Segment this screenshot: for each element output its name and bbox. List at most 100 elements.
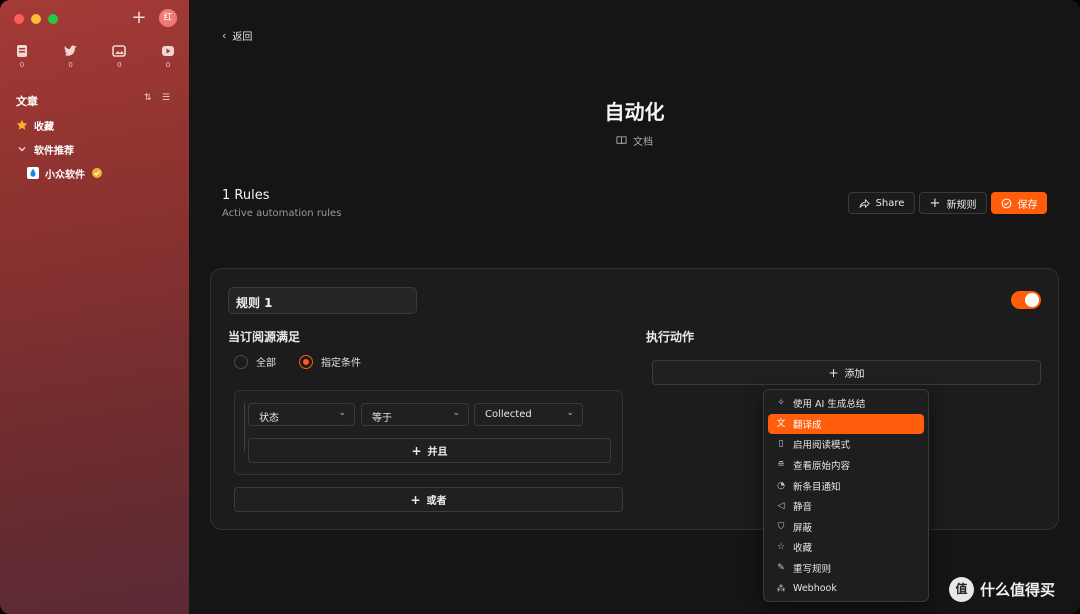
feed-logo-icon xyxy=(27,167,39,179)
add-or-condition-button[interactable]: + 或者 xyxy=(234,487,623,512)
condition-section-title: 当订阅源满足 xyxy=(228,330,301,344)
sidebar-item-favorites[interactable]: 收藏 xyxy=(16,117,54,133)
menu-item-view-source[interactable]: ≘ 查看原始内容 xyxy=(768,455,924,476)
menu-item-label: 屏蔽 xyxy=(793,522,813,534)
sidebar-item-label: 小众软件 xyxy=(45,169,85,181)
menu-item-rewrite-rules[interactable]: ✎ 重写规则 xyxy=(768,558,924,579)
menu-item-ai-summary[interactable]: ✧ 使用 AI 生成总结 xyxy=(768,393,924,414)
minimize-window-button[interactable] xyxy=(31,14,41,24)
menu-item-webhook[interactable]: ⁂ Webhook xyxy=(768,578,924,599)
sidebar-item-label: 软件推荐 xyxy=(34,145,74,157)
value-value: Collected xyxy=(485,409,532,420)
videos-count: 0 xyxy=(165,61,171,69)
new-rule-label: 新规则 xyxy=(946,199,977,211)
pen-icon: ✎ xyxy=(777,563,785,574)
menu-item-block[interactable]: ⛉ 屏蔽 xyxy=(768,517,924,538)
list-options-icon[interactable]: ☰ xyxy=(162,93,174,105)
sort-icon[interactable]: ⇅ xyxy=(144,93,156,105)
plus-icon: + xyxy=(410,492,421,507)
menu-item-label: 重写规则 xyxy=(793,564,832,576)
rule-card: 规则 1 当订阅源满足 执行动作 全部 指定条件 状态 ⌄ 等于 ⌄ Colle… xyxy=(210,268,1059,530)
field-select[interactable]: 状态 ⌄ xyxy=(248,403,355,426)
radio-specific-label: 指定条件 xyxy=(321,358,361,369)
chevron-down-icon: ⌄ xyxy=(566,408,574,418)
watermark-text: 什么值得买 xyxy=(980,581,1056,599)
avatar[interactable]: 红 xyxy=(159,9,177,27)
video-icon xyxy=(161,46,174,56)
plus-icon: + xyxy=(929,195,941,211)
field-value: 状态 xyxy=(259,413,279,424)
or-label: 或者 xyxy=(426,496,447,507)
sidebar-item-label: 收藏 xyxy=(34,121,54,133)
page-title: 自动化 xyxy=(604,100,665,124)
add-and-condition-button[interactable]: + 并且 xyxy=(248,438,611,463)
chevron-down-icon: ⌄ xyxy=(452,408,460,418)
section-title: 文章 xyxy=(16,95,38,108)
sidebar-item-appinn[interactable]: 小众软件 xyxy=(27,165,103,181)
chevron-down-icon: ⌄ xyxy=(338,408,346,418)
add-feed-icon[interactable]: + xyxy=(131,9,147,27)
menu-item-star[interactable]: ☆ 收藏 xyxy=(768,537,924,558)
operator-select[interactable]: 等于 ⌄ xyxy=(361,403,469,426)
menu-item-mute[interactable]: ◁ 静音 xyxy=(768,496,924,517)
translate-icon: 文 xyxy=(776,418,786,429)
action-menu: ✧ 使用 AI 生成总结 文翻译成 ▯ 启用阅读模式 ≘ 查看原始内容 ◔ 新条目通知 … xyxy=(763,389,929,602)
back-button[interactable]: ‹ 返回 xyxy=(222,28,252,43)
chevron-left-icon: ‹ xyxy=(222,29,227,42)
back-label: 返回 xyxy=(232,32,253,43)
sidebar-item-software-folder[interactable]: 软件推荐 xyxy=(16,141,74,157)
pictures-count: 0 xyxy=(117,61,122,69)
social-count: 0 xyxy=(68,61,73,69)
plus-icon: + xyxy=(411,443,422,458)
share-label: Share xyxy=(875,197,905,209)
close-window-button[interactable] xyxy=(14,14,24,24)
menu-item-label: 收藏 xyxy=(793,543,813,555)
add-action-button[interactable]: + 添加 xyxy=(652,360,1041,385)
radio-all[interactable]: 全部 xyxy=(234,354,276,369)
verified-badge-icon xyxy=(92,168,102,178)
share-button[interactable]: Share xyxy=(848,192,915,214)
and-label: 并且 xyxy=(427,447,448,458)
docs-label: 文档 xyxy=(633,137,653,148)
radio-specific[interactable]: 指定条件 xyxy=(299,354,361,369)
new-rule-button[interactable]: + 新规则 xyxy=(919,192,987,214)
save-label: 保存 xyxy=(1017,199,1038,211)
watermark-logo-icon xyxy=(949,577,974,602)
docs-link[interactable]: 文档 xyxy=(189,133,1080,148)
share-icon xyxy=(859,198,870,208)
menu-item-translate[interactable]: 文翻译成 xyxy=(768,413,924,435)
menu-item-label: Webhook xyxy=(793,583,837,595)
mute-icon: ◁ xyxy=(777,501,785,512)
sidebar: + 红 0 0 0 0 文章 ⇅ ☰ 收藏 软件推荐 小众软件 xyxy=(0,0,189,614)
article-icon xyxy=(17,45,27,57)
image-icon xyxy=(112,45,127,57)
menu-item-notify[interactable]: ◔ 新条目通知 xyxy=(768,475,924,496)
rules-count: 1 Rules xyxy=(222,188,270,203)
star-icon: ☆ xyxy=(776,542,786,553)
webhook-icon: ⁂ xyxy=(776,583,786,594)
rule-name-input[interactable]: 规则 1 xyxy=(228,287,417,314)
zoom-window-button[interactable] xyxy=(48,14,58,24)
shield-icon: ⛉ xyxy=(777,521,785,532)
menu-item-reader-mode[interactable]: ▯ 启用阅读模式 xyxy=(768,434,924,455)
book-icon xyxy=(616,136,627,145)
condition-group: 状态 ⌄ 等于 ⌄ Collected ⌄ + 并且 xyxy=(234,390,623,475)
menu-item-label: 静音 xyxy=(793,502,813,514)
sparkle-icon: ✧ xyxy=(777,398,785,409)
action-section-title: 执行动作 xyxy=(646,330,695,344)
radio-all-indicator[interactable] xyxy=(234,354,248,369)
feed-type-tabs: 0 0 0 0 xyxy=(10,44,180,69)
tab-videos[interactable]: 0 xyxy=(156,44,180,69)
add-label: 添加 xyxy=(844,369,865,380)
star-icon xyxy=(16,119,28,130)
tab-articles[interactable]: 0 xyxy=(10,44,34,69)
window-controls xyxy=(14,14,58,24)
value-select[interactable]: Collected ⌄ xyxy=(474,403,583,426)
menu-item-label: 查看原始内容 xyxy=(793,461,851,473)
save-button[interactable]: 保存 xyxy=(991,192,1047,214)
tab-pictures[interactable]: 0 xyxy=(107,44,131,69)
radio-specific-indicator[interactable] xyxy=(299,354,313,369)
tab-social[interactable]: 0 xyxy=(59,44,83,69)
rule-enabled-toggle[interactable] xyxy=(1011,291,1041,309)
menu-item-label: 启用阅读模式 xyxy=(793,440,851,452)
